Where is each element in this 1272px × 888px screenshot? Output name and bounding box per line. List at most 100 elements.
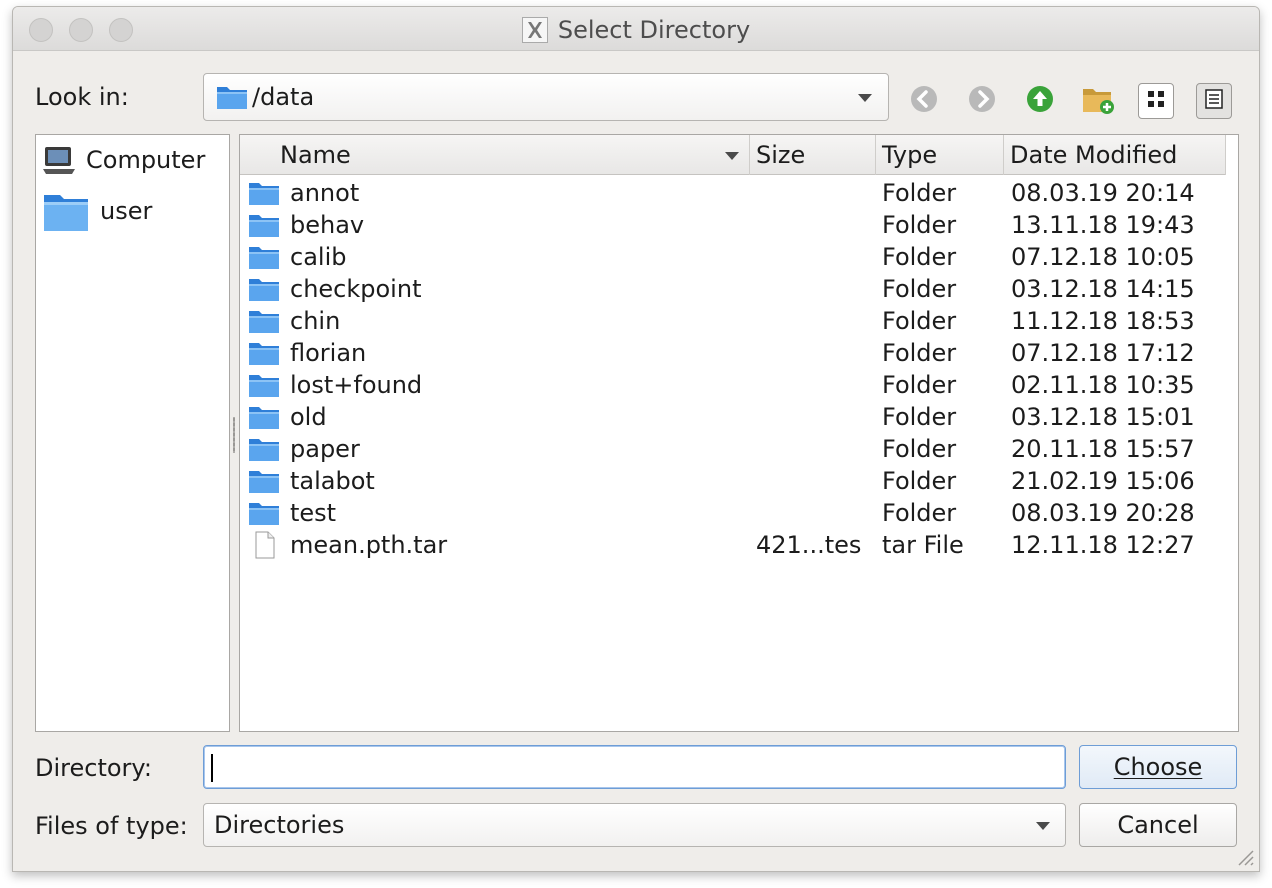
back-button[interactable]	[902, 79, 946, 123]
new-folder-button[interactable]	[1076, 79, 1120, 123]
files-of-type-value: Directories	[214, 811, 345, 839]
folder-icon	[248, 275, 280, 303]
column-header-name[interactable]: Name	[240, 135, 750, 175]
cell-type: Folder	[882, 179, 957, 207]
look-in-path: /data	[252, 83, 315, 111]
choose-button[interactable]: Choose	[1079, 745, 1237, 789]
cell-date: 08.03.19 20:28	[1011, 499, 1195, 527]
cell-type: Folder	[882, 403, 957, 431]
cell-date: 08.03.19 20:14	[1011, 179, 1195, 207]
table-row[interactable]: behav Folder 13.11.18 19:43	[240, 209, 1226, 241]
cell-name: old	[290, 403, 327, 431]
table-row[interactable]: paper Folder 20.11.18 15:57	[240, 433, 1226, 465]
chevron-down-icon	[858, 94, 872, 102]
table-row[interactable]: florian Folder 07.12.18 17:12	[240, 337, 1226, 369]
cancel-button[interactable]: Cancel	[1079, 803, 1237, 847]
cell-date: 02.11.18 10:35	[1011, 371, 1195, 399]
cell-name: chin	[290, 307, 341, 335]
folder-icon	[216, 83, 248, 115]
forward-button[interactable]	[960, 79, 1004, 123]
cell-type: Folder	[882, 435, 957, 463]
dialog-window: Select Directory Look in: /data Computer…	[12, 6, 1260, 872]
table-row[interactable]: annot Folder 08.03.19 20:14	[240, 177, 1226, 209]
forward-arrow-icon	[967, 84, 997, 118]
window-title: Select Directory	[557, 16, 751, 44]
cancel-button-label: Cancel	[1117, 811, 1199, 839]
folder-icon	[248, 371, 280, 399]
cell-name: mean.pth.tar	[290, 531, 448, 559]
cell-name: lost+found	[290, 371, 423, 399]
cell-date: 03.12.18 14:15	[1011, 275, 1195, 303]
table-row[interactable]: chin Folder 11.12.18 18:53	[240, 305, 1226, 337]
title-group: Select Directory	[13, 16, 1259, 44]
new-folder-icon	[1081, 83, 1115, 119]
sidebar-item-computer[interactable]: Computer	[42, 143, 205, 177]
list-view-icon	[1145, 88, 1167, 114]
files-of-type-label: Files of type:	[35, 812, 188, 840]
sidebar-item-label: Computer	[86, 146, 206, 174]
text-caret	[211, 754, 213, 782]
folder-icon	[248, 307, 280, 335]
folder-icon	[248, 339, 280, 367]
detail-view-icon	[1203, 88, 1225, 114]
chevron-down-icon	[1036, 822, 1050, 830]
files-of-type-combo[interactable]: Directories	[203, 803, 1066, 847]
sidebar-item-user[interactable]: user	[42, 189, 152, 233]
places-sidebar: Computer user	[35, 134, 230, 732]
cell-date: 07.12.18 17:12	[1011, 339, 1195, 367]
cell-type: Folder	[882, 467, 957, 495]
file-icon	[248, 531, 280, 559]
title-bar: Select Directory	[13, 7, 1259, 51]
cell-name: florian	[290, 339, 367, 367]
sort-descending-icon	[725, 152, 739, 160]
column-header-date[interactable]: Date Modified	[1004, 135, 1226, 175]
table-row[interactable]: checkpoint Folder 03.12.18 14:15	[240, 273, 1226, 305]
computer-icon	[42, 143, 76, 177]
table-row[interactable]: calib Folder 07.12.18 10:05	[240, 241, 1226, 273]
panel-splitter[interactable]	[233, 417, 235, 453]
folder-icon	[248, 499, 280, 527]
resize-grip-icon[interactable]	[1231, 843, 1255, 867]
cell-type: Folder	[882, 499, 957, 527]
x11-icon	[521, 17, 548, 43]
file-list-header: Name Size Type Date Modified	[240, 135, 1226, 175]
cell-type: Folder	[882, 243, 957, 271]
cell-date: 07.12.18 10:05	[1011, 243, 1195, 271]
sidebar-item-label: user	[100, 197, 153, 225]
column-header-label: Date Modified	[1010, 141, 1178, 169]
list-view-button[interactable]	[1138, 83, 1174, 119]
cell-type: Folder	[882, 371, 957, 399]
cell-name: test	[290, 499, 337, 527]
cell-name: behav	[290, 211, 365, 239]
table-row[interactable]: talabot Folder 21.02.19 15:06	[240, 465, 1226, 497]
directory-label: Directory:	[35, 754, 152, 782]
look-in-combo[interactable]: /data	[203, 73, 889, 121]
cell-type: tar File	[882, 531, 964, 559]
cell-type: Folder	[882, 307, 957, 335]
cell-name: checkpoint	[290, 275, 422, 303]
table-row[interactable]: test Folder 08.03.19 20:28	[240, 497, 1226, 529]
cell-name: paper	[290, 435, 360, 463]
choose-button-label: Choose	[1113, 753, 1203, 781]
folder-icon	[248, 179, 280, 207]
column-header-label: Size	[756, 141, 806, 169]
column-header-size[interactable]: Size	[750, 135, 876, 175]
folder-icon	[248, 211, 280, 239]
table-row[interactable]: mean.pth.tar 421...tes tar File 12.11.18 12…	[240, 529, 1226, 561]
cell-type: Folder	[882, 211, 957, 239]
column-header-type[interactable]: Type	[876, 135, 1004, 175]
directory-input[interactable]	[203, 745, 1066, 789]
folder-icon	[248, 435, 280, 463]
parent-directory-button[interactable]	[1018, 79, 1062, 123]
back-arrow-icon	[909, 84, 939, 118]
detail-view-button[interactable]	[1196, 83, 1232, 119]
table-row[interactable]: lost+found Folder 02.11.18 10:35	[240, 369, 1226, 401]
cell-name: calib	[290, 243, 347, 271]
cell-name: annot	[290, 179, 360, 207]
parent-directory-icon	[1025, 84, 1055, 118]
folder-icon	[248, 243, 280, 271]
cell-date: 11.12.18 18:53	[1011, 307, 1195, 335]
file-list: Name Size Type Date Modified annot Folder…	[239, 134, 1239, 732]
folder-icon	[248, 467, 280, 495]
table-row[interactable]: old Folder 03.12.18 15:01	[240, 401, 1226, 433]
